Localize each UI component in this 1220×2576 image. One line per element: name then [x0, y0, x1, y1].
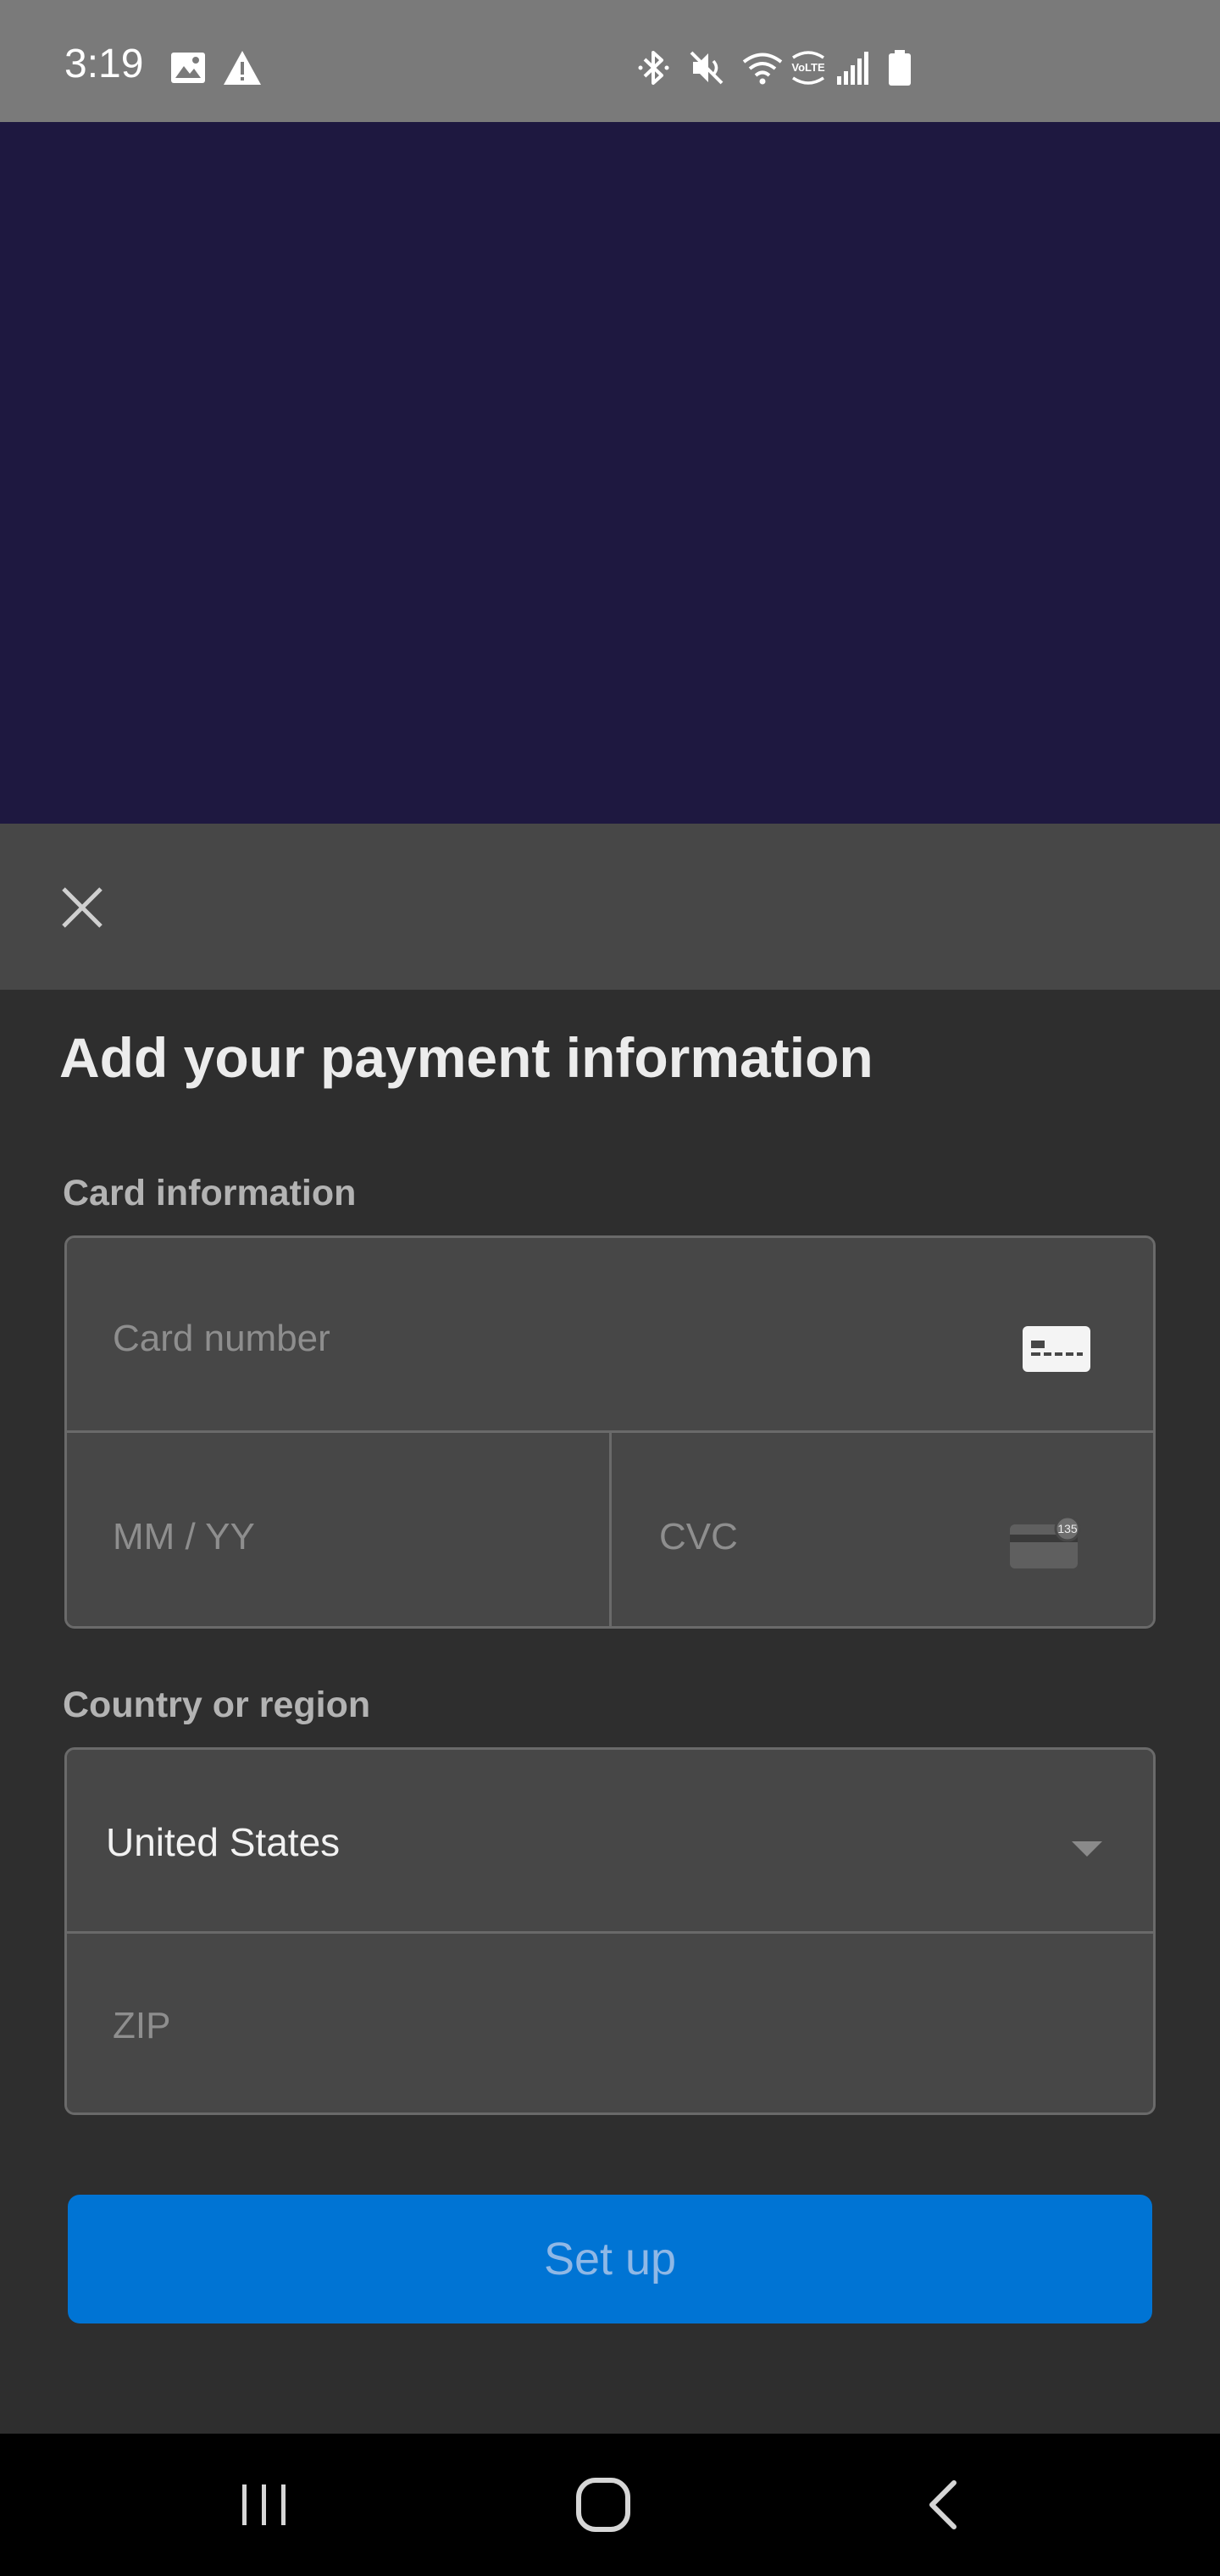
- sheet-header: [0, 824, 1220, 990]
- status-bar: 3:19 VoLTE: [0, 0, 1220, 122]
- country-region-label: Country or region: [63, 1685, 371, 1725]
- cvc-icon: 135: [1010, 1515, 1095, 1581]
- close-icon: [62, 887, 103, 928]
- zip-placeholder: ZIP: [113, 2005, 171, 2046]
- bluetooth-icon: [637, 49, 671, 86]
- status-time: 3:19: [64, 42, 144, 86]
- image-icon: [169, 49, 207, 86]
- card-information-label: Card information: [63, 1173, 357, 1213]
- card-brand-icon: [1023, 1326, 1090, 1381]
- page-title: Add your payment information: [59, 1026, 873, 1089]
- recent-apps-icon: [242, 2484, 286, 2525]
- volte-label: VoLTE: [791, 61, 825, 74]
- signal-icon: [835, 49, 873, 86]
- cvc-field[interactable]: CVC 135: [612, 1433, 1153, 1626]
- warning-icon: [222, 49, 263, 86]
- nav-bar: [0, 2434, 1220, 2576]
- cvc-placeholder: CVC: [659, 1516, 738, 1557]
- country-select[interactable]: United States: [67, 1750, 1153, 1931]
- card-fields-group: Card number MM / YY CVC 135: [64, 1235, 1156, 1629]
- card-number-placeholder: Card number: [113, 1318, 330, 1359]
- expiry-placeholder: MM / YY: [113, 1516, 255, 1557]
- volte-icon: VoLTE: [788, 49, 829, 86]
- country-value: United States: [106, 1820, 341, 1864]
- zip-field[interactable]: ZIP: [67, 1934, 1153, 2112]
- mute-icon: [688, 49, 729, 86]
- home-button[interactable]: [561, 2462, 646, 2547]
- screen: 3:19 VoLTE Add your payment information …: [0, 0, 1220, 2576]
- back-button[interactable]: [901, 2462, 986, 2547]
- back-icon: [929, 2480, 957, 2529]
- dropdown-arrow-icon: [1072, 1841, 1102, 1857]
- home-icon: [576, 2478, 630, 2532]
- expiry-field[interactable]: MM / YY: [67, 1433, 609, 1626]
- dimmed-backdrop[interactable]: [0, 122, 1220, 824]
- cvc-icon-text: 135: [1057, 1522, 1078, 1535]
- close-button[interactable]: [53, 878, 112, 937]
- battery-icon: [886, 49, 913, 86]
- card-number-field[interactable]: Card number: [67, 1238, 1153, 1433]
- setup-button[interactable]: Set up: [68, 2195, 1152, 2323]
- recent-apps-button[interactable]: [222, 2462, 307, 2547]
- address-fields-group: United States ZIP: [64, 1747, 1156, 2115]
- wifi-icon: [740, 49, 785, 86]
